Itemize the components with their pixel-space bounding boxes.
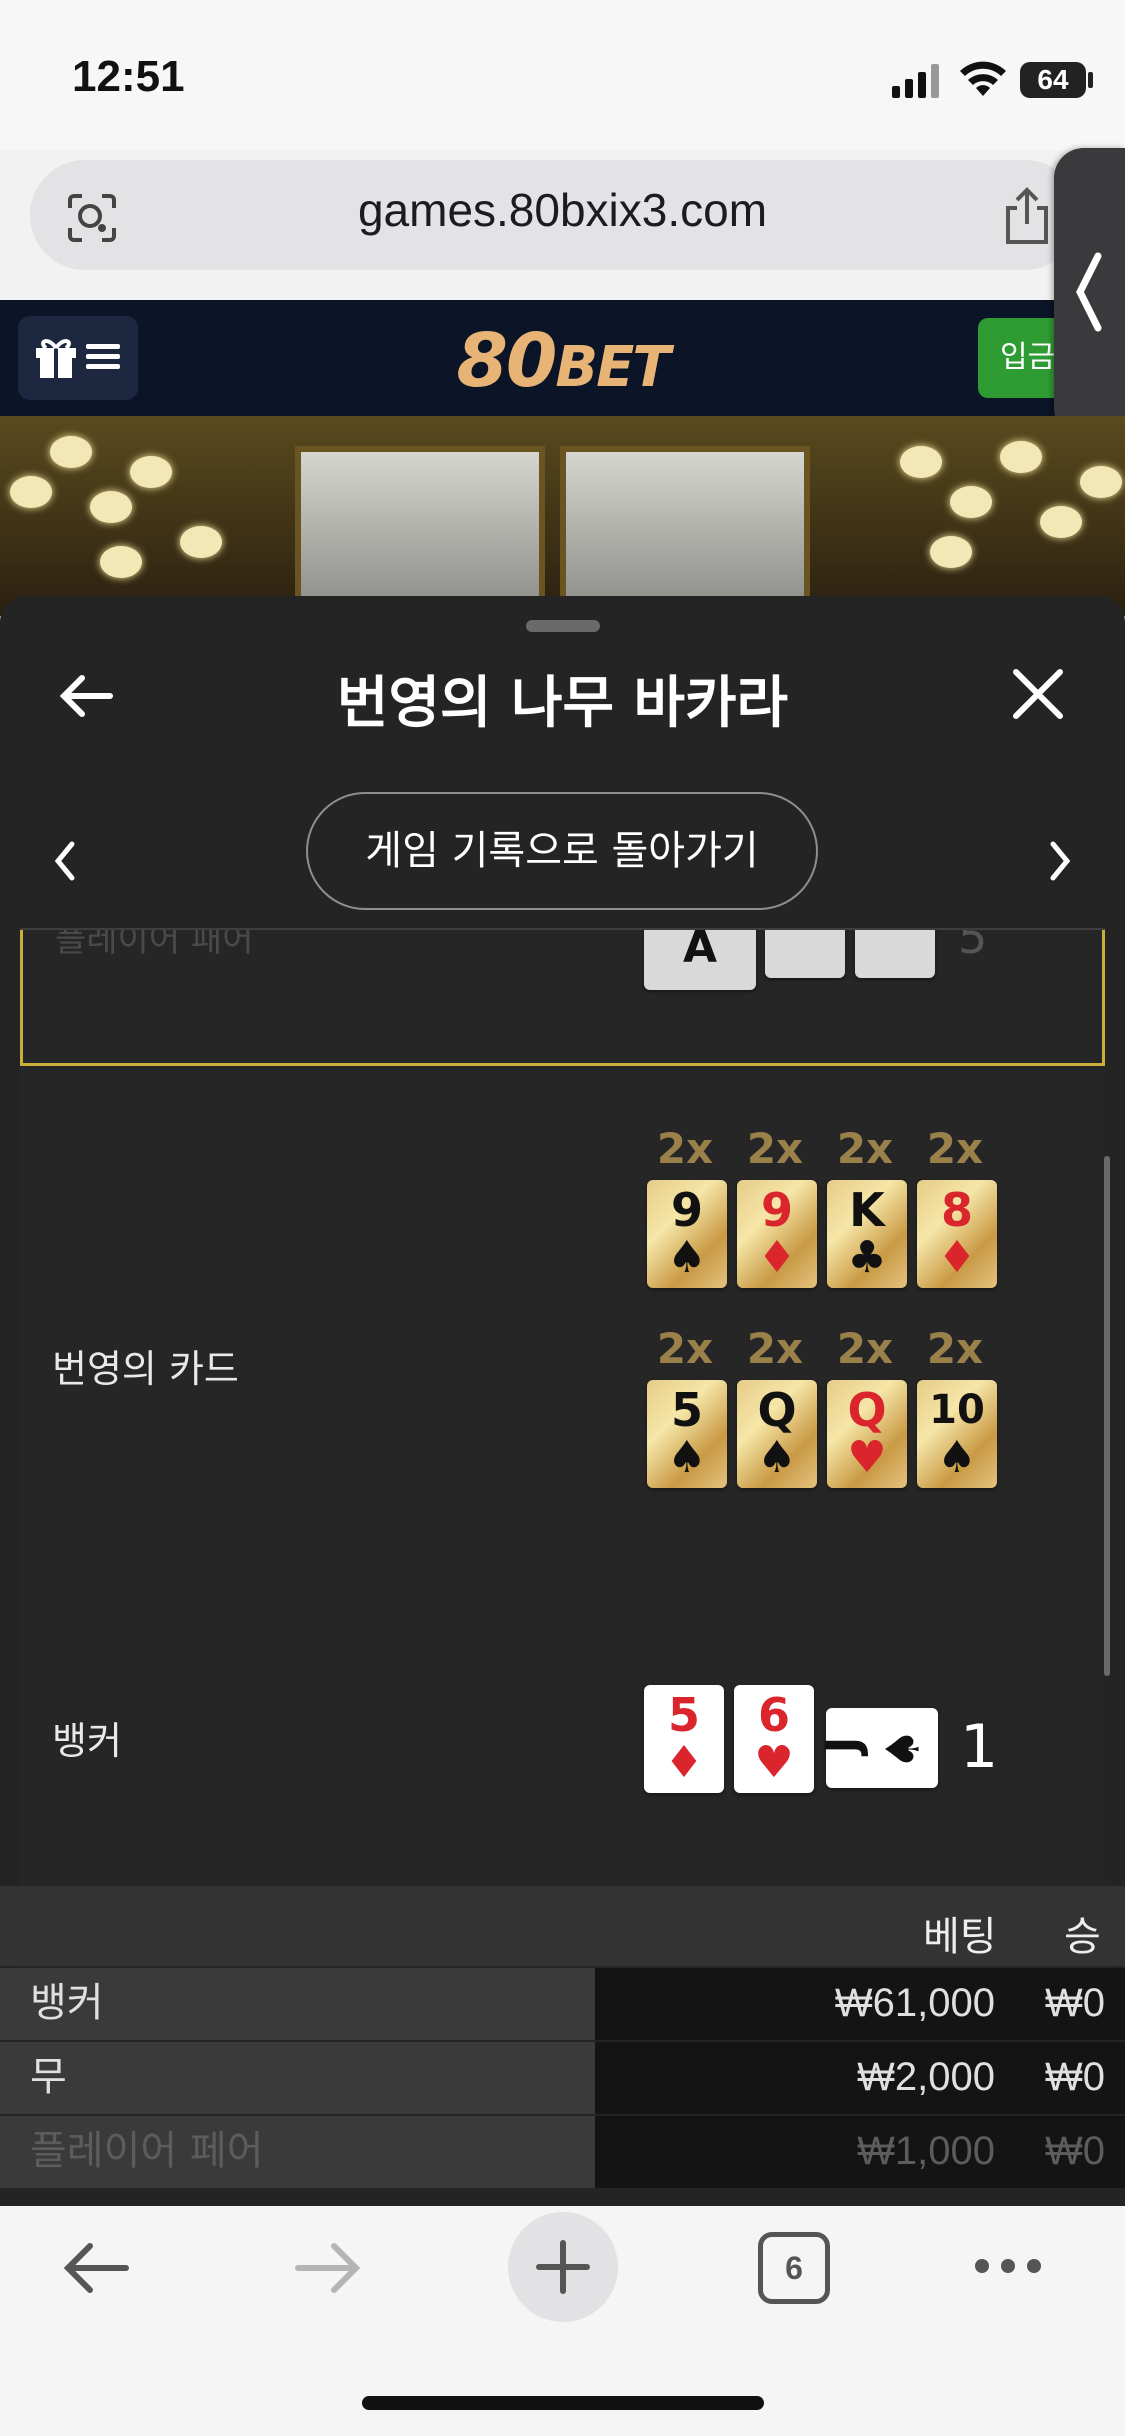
chevron-left-icon[interactable] xyxy=(50,836,80,886)
round-details: 플레이어 패어 A ♠ ♥ 5 번영의 카드 2x 2x 2x 2x 9 ♠ 9 xyxy=(20,930,1105,1972)
battery-tip xyxy=(1088,72,1093,88)
wifi-icon xyxy=(960,61,1006,96)
table-row: 플레이어 페어 ₩1,000 ₩0 xyxy=(0,2116,1125,2188)
url-text[interactable]: games.80bxix3.com xyxy=(0,183,1125,237)
multiplier-label: 2x xyxy=(836,1124,894,1173)
win-amount: ₩0 xyxy=(1045,2055,1105,2099)
prosperity-card: 9 ♠ xyxy=(647,1180,727,1288)
chevron-left-icon[interactable] xyxy=(1074,250,1104,334)
chevron-right-icon[interactable] xyxy=(1045,836,1075,886)
bets-table-header: 베팅 승 xyxy=(0,1886,1125,1966)
prosperity-card: 8 ♦ xyxy=(917,1180,997,1288)
bet-amount: ₩61,000 xyxy=(834,1981,995,2025)
player-card-2: ♠ xyxy=(765,930,845,978)
win-amount: ₩0 xyxy=(1045,1981,1105,2025)
prosperity-card: Q ♠ xyxy=(737,1380,817,1488)
player-hand-row: 플레이어 패어 A ♠ ♥ 5 xyxy=(20,930,1105,1066)
multiplier-label: 2x xyxy=(926,1324,984,1373)
back-to-history-button[interactable]: 게임 기록으로 돌아가기 xyxy=(306,792,818,910)
game-screen-right xyxy=(560,446,810,616)
multiplier-label: 2x xyxy=(746,1324,804,1373)
status-bar: 12:51 64 xyxy=(0,0,1125,150)
banker-card-3: J ♠ xyxy=(816,1708,938,1788)
win-amount: ₩0 xyxy=(1045,2129,1105,2173)
more-icon[interactable] xyxy=(972,2254,1044,2278)
tabs-button[interactable]: 6 xyxy=(758,2232,830,2304)
prosperity-card: 10 ♠ xyxy=(917,1380,997,1488)
status-time: 12:51 xyxy=(72,52,185,101)
player-card-1: A xyxy=(644,930,756,990)
bet-amount: ₩2,000 xyxy=(857,2055,995,2099)
browser-forward-icon[interactable] xyxy=(292,2240,364,2296)
battery-indicator: 64 xyxy=(1020,62,1086,98)
site-logo[interactable]: 80BET xyxy=(0,318,1125,404)
win-column-header: 승 xyxy=(1064,1914,1101,1960)
plus-icon xyxy=(536,2240,590,2294)
game-background xyxy=(0,416,1125,616)
bet-amount: ₩1,000 xyxy=(857,2129,995,2173)
new-tab-button[interactable] xyxy=(508,2212,618,2322)
prosperity-card: K ♣ xyxy=(827,1180,907,1288)
multiplier-label: 2x xyxy=(656,1124,714,1173)
multiplier-label: 2x xyxy=(926,1124,984,1173)
prosperity-cards-label: 번영의 카드 xyxy=(52,1347,239,1391)
bet-column-header: 베팅 xyxy=(923,1914,997,1960)
close-icon[interactable] xyxy=(1010,666,1066,722)
bet-name: 뱅커 xyxy=(0,1968,595,2040)
banker-score: 1 xyxy=(960,1712,999,1782)
multiplier-label: 2x xyxy=(836,1324,894,1373)
game-history-panel: 번영의 나무 바카라 게임 기록으로 돌아가기 플레이어 패어 A ♠ ♥ 5 xyxy=(0,596,1125,2206)
player-label: 플레이어 패어 xyxy=(55,930,254,960)
multiplier-label: 2x xyxy=(746,1124,804,1173)
game-screen-left xyxy=(295,446,545,616)
browser-back-icon[interactable] xyxy=(60,2240,132,2296)
banker-card-2: 6 ♥ xyxy=(734,1685,814,1793)
bets-table: 베팅 승 뱅커 ₩61,000 ₩0 무 ₩2,000 ₩0 플레이어 페어 ₩… xyxy=(0,1886,1125,2188)
player-card-3: ♥ xyxy=(855,930,935,978)
logo-text: BET xyxy=(555,335,670,400)
player-score: 5 xyxy=(958,930,988,964)
prosperity-card: 5 ♠ xyxy=(647,1380,727,1488)
scrollbar[interactable] xyxy=(1104,1156,1110,1676)
sheet-grabber[interactable] xyxy=(526,620,600,632)
table-row: 뱅커 ₩61,000 ₩0 xyxy=(0,1968,1125,2040)
prosperity-card: 9 ♦ xyxy=(737,1180,817,1288)
logo-number: 80 xyxy=(456,318,557,404)
bet-name: 플레이어 페어 xyxy=(0,2116,595,2188)
banker-card-1: 5 ♦ xyxy=(644,1685,724,1793)
share-icon[interactable] xyxy=(1000,186,1054,246)
table-row: 무 ₩2,000 ₩0 xyxy=(0,2042,1125,2114)
prosperity-card: Q ♥ xyxy=(827,1380,907,1488)
cellular-signal-icon xyxy=(892,64,939,98)
bet-name: 무 xyxy=(0,2042,595,2114)
multiplier-label: 2x xyxy=(656,1324,714,1373)
panel-title: 번영의 나무 바카라 xyxy=(336,671,789,736)
banker-label: 뱅커 xyxy=(52,1719,122,1763)
home-indicator[interactable] xyxy=(362,2396,764,2410)
